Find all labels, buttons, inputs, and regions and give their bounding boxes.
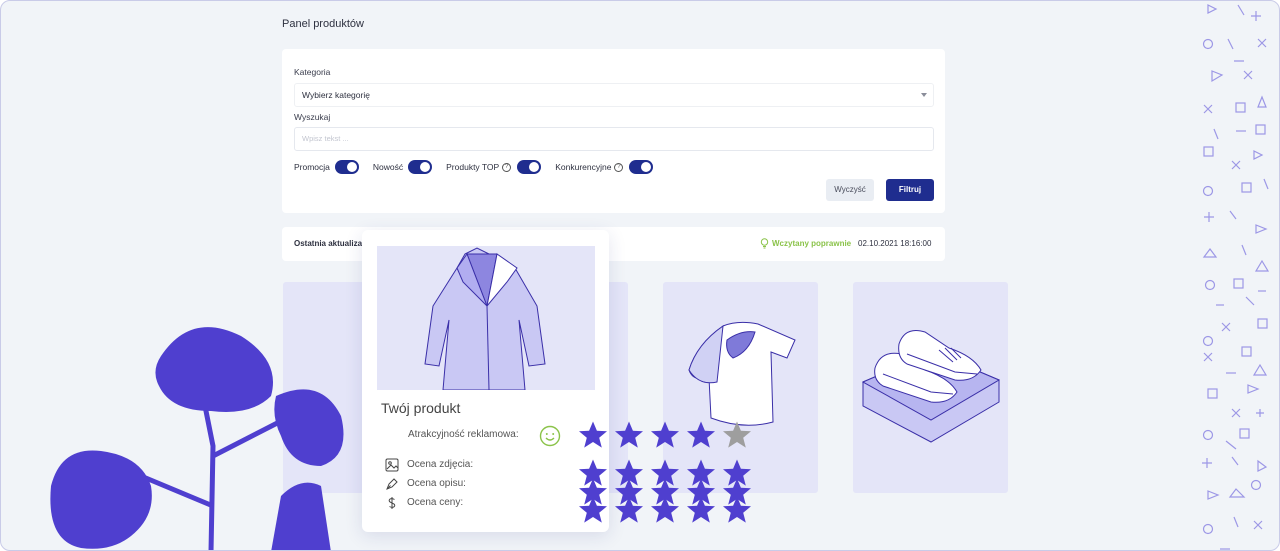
page-title: Panel produktów: [282, 18, 364, 30]
plant-illustration: [50, 327, 344, 550]
category-select[interactable]: Wybierz kategorię: [294, 83, 934, 107]
bulb-icon: [760, 238, 769, 249]
pen-icon: [386, 478, 398, 490]
toggle-switch[interactable]: [408, 160, 433, 174]
photo-rating-label: Ocena zdjęcia:: [407, 459, 474, 470]
product-card: Twój produkt Atrakcyjność reklamowa: Oce…: [362, 230, 609, 532]
toggle-label: Promocja: [294, 162, 330, 172]
toggle-row: Promocja Nowość Produkty TOP ? Konkurenc…: [294, 159, 667, 175]
toggle-switch[interactable]: [334, 160, 359, 174]
star-icon: [579, 496, 607, 523]
toggle-konkurencyjne[interactable]: Konkurencyjne ?: [555, 160, 654, 174]
product-tile-shoes[interactable]: [853, 282, 1008, 493]
star-icon: [615, 496, 643, 523]
search-field[interactable]: [294, 127, 934, 151]
decorative-pattern: [1202, 4, 1270, 550]
dollar-icon: [388, 497, 396, 509]
toggle-switch[interactable]: [629, 160, 654, 174]
jacket-illustration: [424, 247, 546, 391]
status-success-text: Wczytany poprawnie: [772, 239, 852, 248]
attractiveness-stars: [578, 420, 758, 450]
star-icon: [615, 421, 643, 448]
price-rating-label: Ocena ceny:: [407, 497, 464, 508]
toggle-label: Konkurencyjne: [555, 162, 612, 172]
category-select-value: Wybierz kategorię: [302, 90, 370, 100]
star-icon: [687, 421, 715, 448]
toggle-label: Nowość: [372, 162, 404, 172]
toggle-switch[interactable]: [517, 160, 542, 174]
help-icon[interactable]: ?: [614, 162, 624, 172]
chevron-down-icon: [921, 93, 927, 97]
toggle-produkty-top[interactable]: Produkty TOP ?: [446, 160, 542, 174]
description-rating-label: Ocena opisu:: [407, 478, 466, 489]
app-frame: Panel produktów Kategoria Wybierz katego…: [0, 0, 1280, 551]
toggle-promocja[interactable]: Promocja: [294, 160, 359, 174]
star-icon: [723, 496, 751, 523]
filter-button[interactable]: Filtruj: [886, 179, 934, 201]
status-datetime: 02.10.2021 18:16:00: [858, 239, 932, 248]
star-icon: [579, 421, 607, 448]
search-label: Wyszukaj: [294, 112, 331, 122]
toggle-label: Produkty TOP: [446, 162, 500, 172]
search-input[interactable]: [295, 128, 922, 149]
price-stars: [578, 495, 758, 525]
clear-button[interactable]: Wyczyść: [826, 179, 874, 201]
image-icon: [385, 458, 399, 472]
jacket-image: [377, 246, 595, 391]
product-card-title: Twój produkt: [381, 400, 461, 416]
smiley-icon: [539, 425, 561, 447]
filter-panel: Kategoria Wybierz kategorię Wyszukaj Pro…: [282, 49, 945, 213]
last-update-label: Ostatnia aktualiza: [294, 239, 363, 248]
attractiveness-label: Atrakcyjność reklamowa:: [408, 429, 519, 440]
toggle-nowosc[interactable]: Nowość: [372, 160, 433, 174]
category-label: Kategoria: [294, 67, 331, 77]
help-icon[interactable]: ?: [502, 162, 512, 172]
star-icon: [687, 496, 715, 523]
star-icon: [651, 496, 679, 523]
star-icon: [723, 421, 751, 448]
shoes-image: [861, 330, 1001, 443]
star-icon: [651, 421, 679, 448]
